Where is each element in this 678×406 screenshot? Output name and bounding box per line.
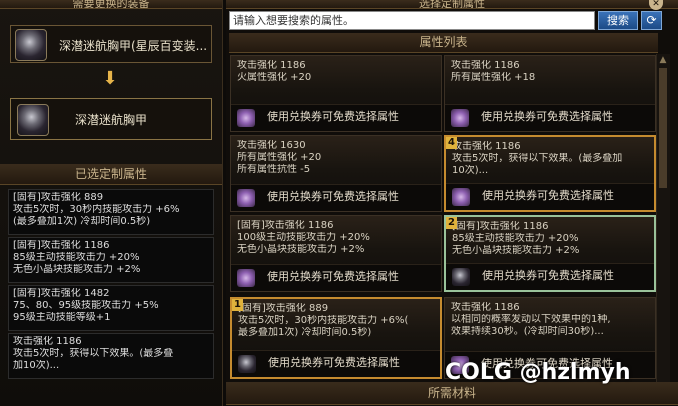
ticket-icon: [451, 109, 469, 127]
arrow-down-icon: ⬇: [102, 68, 118, 89]
target-item-label: 深潜迷航胸甲: [75, 113, 148, 127]
armor-icon: [15, 29, 47, 61]
selection-order-badge: 4: [446, 137, 457, 149]
source-item-label: 深潜迷航胸甲(星辰百变装...: [59, 39, 207, 53]
selected-attr-2[interactable]: [固有]攻击强化 1186 85级主动技能攻击力 +20% 无色小晶块技能攻击力…: [8, 237, 214, 283]
selected-attr-4[interactable]: 攻击强化 1186 攻击5次时，获得以下效果。(最多叠 加10次)...: [8, 333, 214, 379]
equipment-header: 需要更换的装备: [0, 0, 222, 9]
attribute-card[interactable]: 攻击强化 1186 火属性强化 +20 使用兑换券可免费选择属性: [230, 55, 442, 132]
attribute-list-header: 属性列表: [229, 33, 658, 53]
refresh-icon[interactable]: ⟳: [641, 11, 662, 30]
search-button[interactable]: 搜索: [598, 11, 638, 30]
target-item-slot[interactable]: 深潜迷航胸甲: [10, 98, 212, 140]
attribute-card-selected[interactable]: 1 [固有]攻击强化 889 攻击5次时，30秒内技能攻击力 +6%(最多叠加1次…: [230, 297, 442, 379]
attribute-card[interactable]: [固有]攻击强化 1186 100级主动技能攻击力 +20% 无色小晶块技能攻击力 …: [230, 215, 442, 292]
attribute-card[interactable]: 攻击强化 1630 所有属性强化 +20 所有属性抗性 -5 使用兑换券可免费选择属…: [230, 135, 442, 212]
attribute-card[interactable]: 攻击强化 1186 所有属性强化 +18 使用兑换券可免费选择属性: [444, 55, 656, 132]
armor-icon: [17, 104, 49, 136]
ticket-icon: [237, 269, 255, 287]
selected-attr-1[interactable]: [固有]攻击强化 889 攻击5次时，30秒内技能攻击力 +6% (最多叠加1次…: [8, 189, 214, 235]
attribute-card-selected[interactable]: 2 [固有]攻击强化 1186 85级主动技能攻击力 +20% 无色小晶块技能攻击力…: [444, 215, 656, 292]
required-materials-header: 所需材料: [226, 382, 678, 405]
selection-order-badge: 1: [232, 299, 243, 311]
scrollbar[interactable]: ▲: [656, 54, 670, 384]
source-item-slot[interactable]: 深潜迷航胸甲(星辰百变装...: [10, 25, 212, 63]
selected-attributes-header: 已选定制属性: [0, 164, 222, 185]
scroll-up-icon[interactable]: ▲: [657, 54, 669, 66]
armor-icon: [238, 355, 256, 373]
ticket-icon: [237, 189, 255, 207]
armor-icon: [452, 268, 470, 286]
ticket-icon: [237, 109, 255, 127]
search-input[interactable]: 请输入想要搜索的属性。: [229, 11, 595, 30]
watermark: COLG @hzlmyh: [445, 360, 631, 385]
ticket-icon: [452, 188, 470, 206]
scrollbar-thumb[interactable]: [659, 68, 667, 188]
select-attribute-header: 选择定制属性: [226, 0, 678, 9]
attribute-card-selected[interactable]: 4 攻击强化 1186 攻击5次时，获得以下效果。(最多叠加 10次)... 使用兑…: [444, 135, 656, 212]
selected-attr-3[interactable]: [固有]攻击强化 1482 75、80、95级技能攻击力 +5% 95级主动技能…: [8, 285, 214, 331]
left-panel: 需要更换的装备 深潜迷航胸甲(星辰百变装... ⬇ 深潜迷航胸甲 已选定制属性 …: [0, 0, 223, 406]
selection-order-badge: 2: [446, 217, 457, 229]
